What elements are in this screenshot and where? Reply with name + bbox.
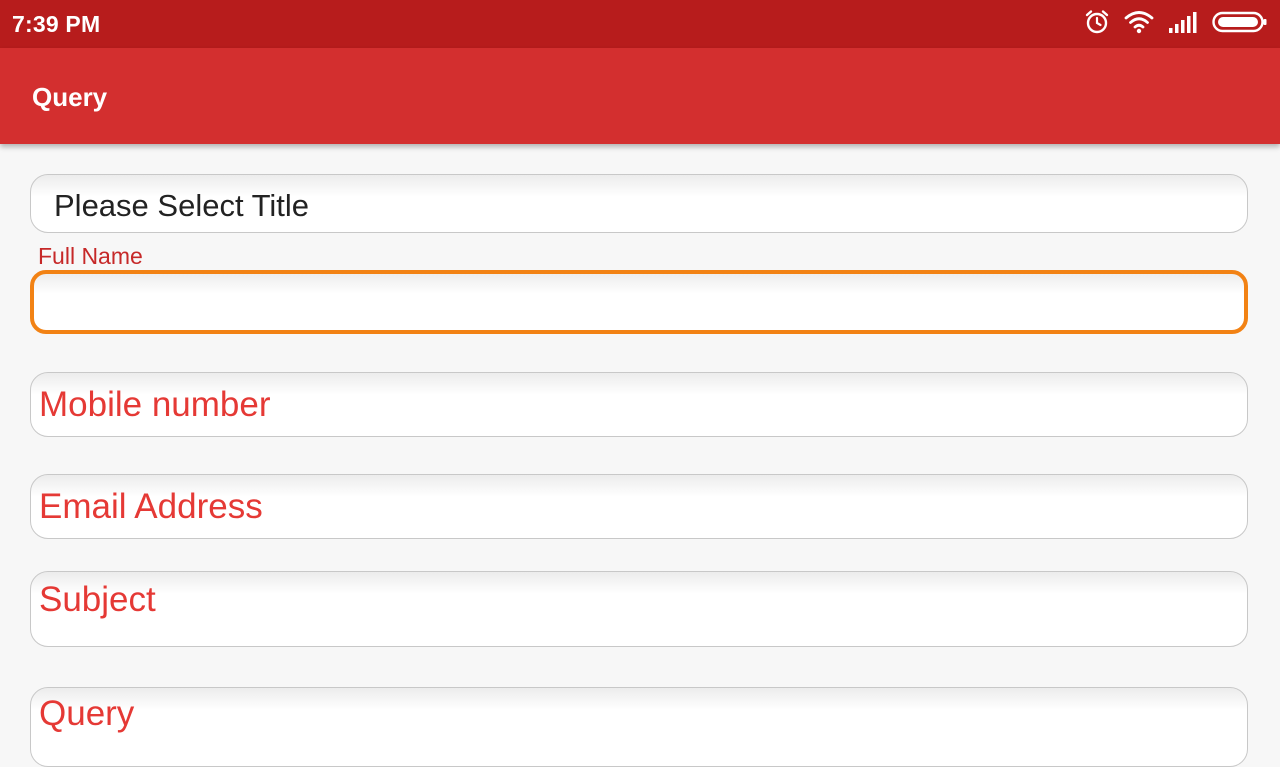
mobile-number-placeholder: Mobile number <box>39 385 271 424</box>
email-placeholder: Email Address <box>39 487 263 526</box>
subject-field[interactable]: Subject <box>30 571 1248 647</box>
mobile-number-field[interactable]: Mobile number <box>30 372 1248 437</box>
title-select[interactable]: Please Select Title <box>30 174 1248 233</box>
full-name-label: Full Name <box>38 243 143 269</box>
battery-icon <box>1212 10 1268 39</box>
status-time: 7:39 PM <box>12 11 101 37</box>
signal-icon <box>1168 10 1198 39</box>
alarm-icon <box>1084 9 1110 40</box>
full-name-field[interactable] <box>30 270 1248 334</box>
title-select-value: Please Select Title <box>54 188 310 223</box>
email-field[interactable]: Email Address <box>30 474 1248 539</box>
query-field[interactable]: Query <box>30 687 1248 767</box>
subject-placeholder: Subject <box>39 580 156 619</box>
app-bar: Query <box>0 48 1280 144</box>
query-placeholder: Query <box>39 694 135 733</box>
status-bar: 7:39 PM <box>0 0 1280 48</box>
page-title: Query <box>32 82 108 112</box>
status-icons <box>1084 9 1268 40</box>
wifi-icon <box>1124 10 1154 39</box>
